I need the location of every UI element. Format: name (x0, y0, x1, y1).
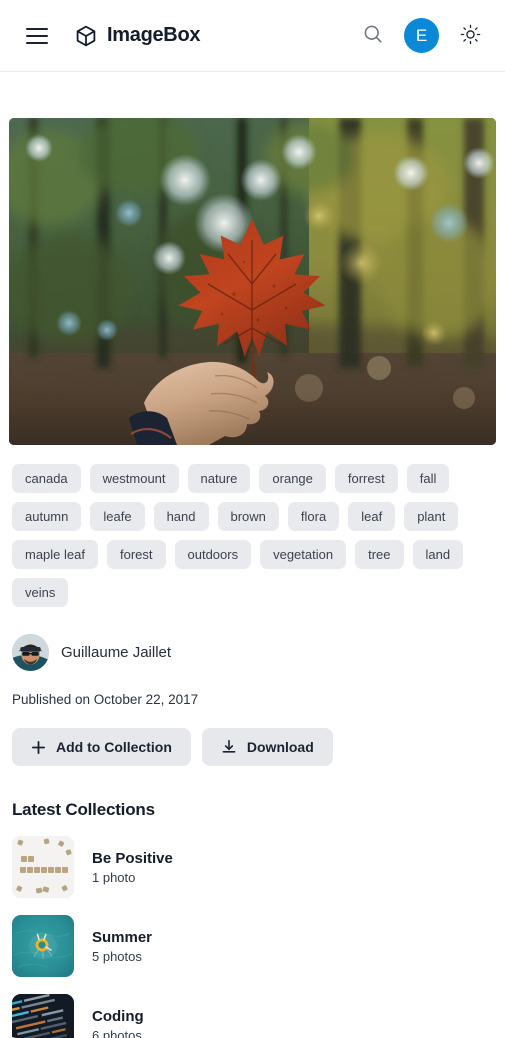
user-avatar[interactable]: E (404, 18, 439, 53)
scrabble-tiles-thumbnail (12, 836, 74, 898)
collection-item[interactable]: Be Positive 1 photo (12, 836, 493, 898)
download-label: Download (246, 739, 314, 755)
header-left-group: ImageBox (26, 24, 200, 48)
author-row[interactable]: Guillaume Jaillet (9, 634, 174, 671)
brand-logo[interactable]: ImageBox (74, 24, 200, 48)
collection-count: 1 photo (92, 869, 136, 885)
tag-item[interactable]: fall (406, 464, 450, 493)
download-icon (221, 739, 237, 755)
sun-icon (460, 24, 481, 48)
tag-item[interactable]: leafe (90, 502, 145, 531)
collection-item[interactable]: Summer 5 photos (12, 915, 493, 977)
tag-item[interactable]: outdoors (174, 540, 252, 569)
photo-image (9, 118, 496, 445)
action-buttons: Add to Collection Download (9, 728, 496, 766)
collection-text: Summer 5 photos (92, 929, 152, 964)
tag-item[interactable]: land (412, 540, 464, 569)
tag-item[interactable]: tree (355, 540, 404, 569)
header-right-group: E (360, 18, 483, 53)
tag-item[interactable]: flora (287, 502, 340, 531)
pool-float-aerial-thumbnail (12, 915, 74, 977)
main-content: canada westmount nature orange forrest f… (0, 118, 505, 1038)
tag-item[interactable]: leaf (348, 502, 396, 531)
tag-item[interactable]: westmount (89, 464, 179, 493)
collection-count: 5 photos (92, 948, 142, 964)
author-avatar-image (12, 634, 49, 671)
author-avatar (12, 634, 49, 671)
collections-heading: Latest Collections (12, 800, 155, 819)
search-button[interactable] (360, 23, 386, 49)
tag-item[interactable]: forest (106, 540, 166, 569)
tag-item[interactable]: orange (259, 464, 326, 493)
tag-item[interactable]: plant (404, 502, 459, 531)
published-date: Published on October 22, 2017 (12, 692, 199, 707)
search-icon (362, 23, 384, 48)
user-avatar-initial: E (415, 25, 428, 45)
app-header: ImageBox E (0, 0, 505, 72)
collection-name: Be Positive (92, 849, 173, 867)
tag-item[interactable]: nature (187, 464, 251, 493)
add-to-collection-button[interactable]: Add to Collection (12, 728, 191, 766)
plus-icon (31, 740, 46, 755)
collections-list: Be Positive 1 photo Summer 5 photos Codi… (9, 836, 496, 1038)
photo-hero[interactable] (9, 118, 496, 445)
hamburger-menu-icon[interactable] (26, 27, 48, 44)
brand-name: ImageBox (107, 24, 201, 46)
tag-item[interactable]: forrest (334, 464, 398, 493)
collection-item[interactable]: Coding 6 photos (12, 994, 493, 1038)
author-name: Guillaume Jaillet (61, 644, 172, 661)
add-to-collection-label: Add to Collection (56, 739, 172, 755)
theme-toggle-button[interactable] (457, 23, 483, 49)
tag-item[interactable]: brown (217, 502, 279, 531)
tag-item[interactable]: canada (12, 464, 81, 493)
download-button[interactable]: Download (201, 728, 333, 766)
app-page: ImageBox E canada westmount nature orang… (0, 0, 505, 1038)
collection-name: Coding (92, 1007, 144, 1025)
collection-text: Coding 6 photos (92, 1008, 144, 1038)
tag-list: canada westmount nature orange forrest f… (9, 464, 496, 607)
collection-count: 6 photos (92, 1027, 142, 1038)
collection-text: Be Positive 1 photo (92, 850, 173, 885)
cube-box-icon (74, 24, 98, 48)
tag-item[interactable]: autumn (12, 502, 82, 531)
tag-item[interactable]: veins (12, 578, 69, 607)
tag-item[interactable]: hand (153, 502, 209, 531)
tag-item[interactable]: maple leaf (12, 540, 98, 569)
code-editor-thumbnail (12, 994, 74, 1038)
tag-item[interactable]: vegetation (260, 540, 347, 569)
collection-name: Summer (92, 928, 153, 946)
